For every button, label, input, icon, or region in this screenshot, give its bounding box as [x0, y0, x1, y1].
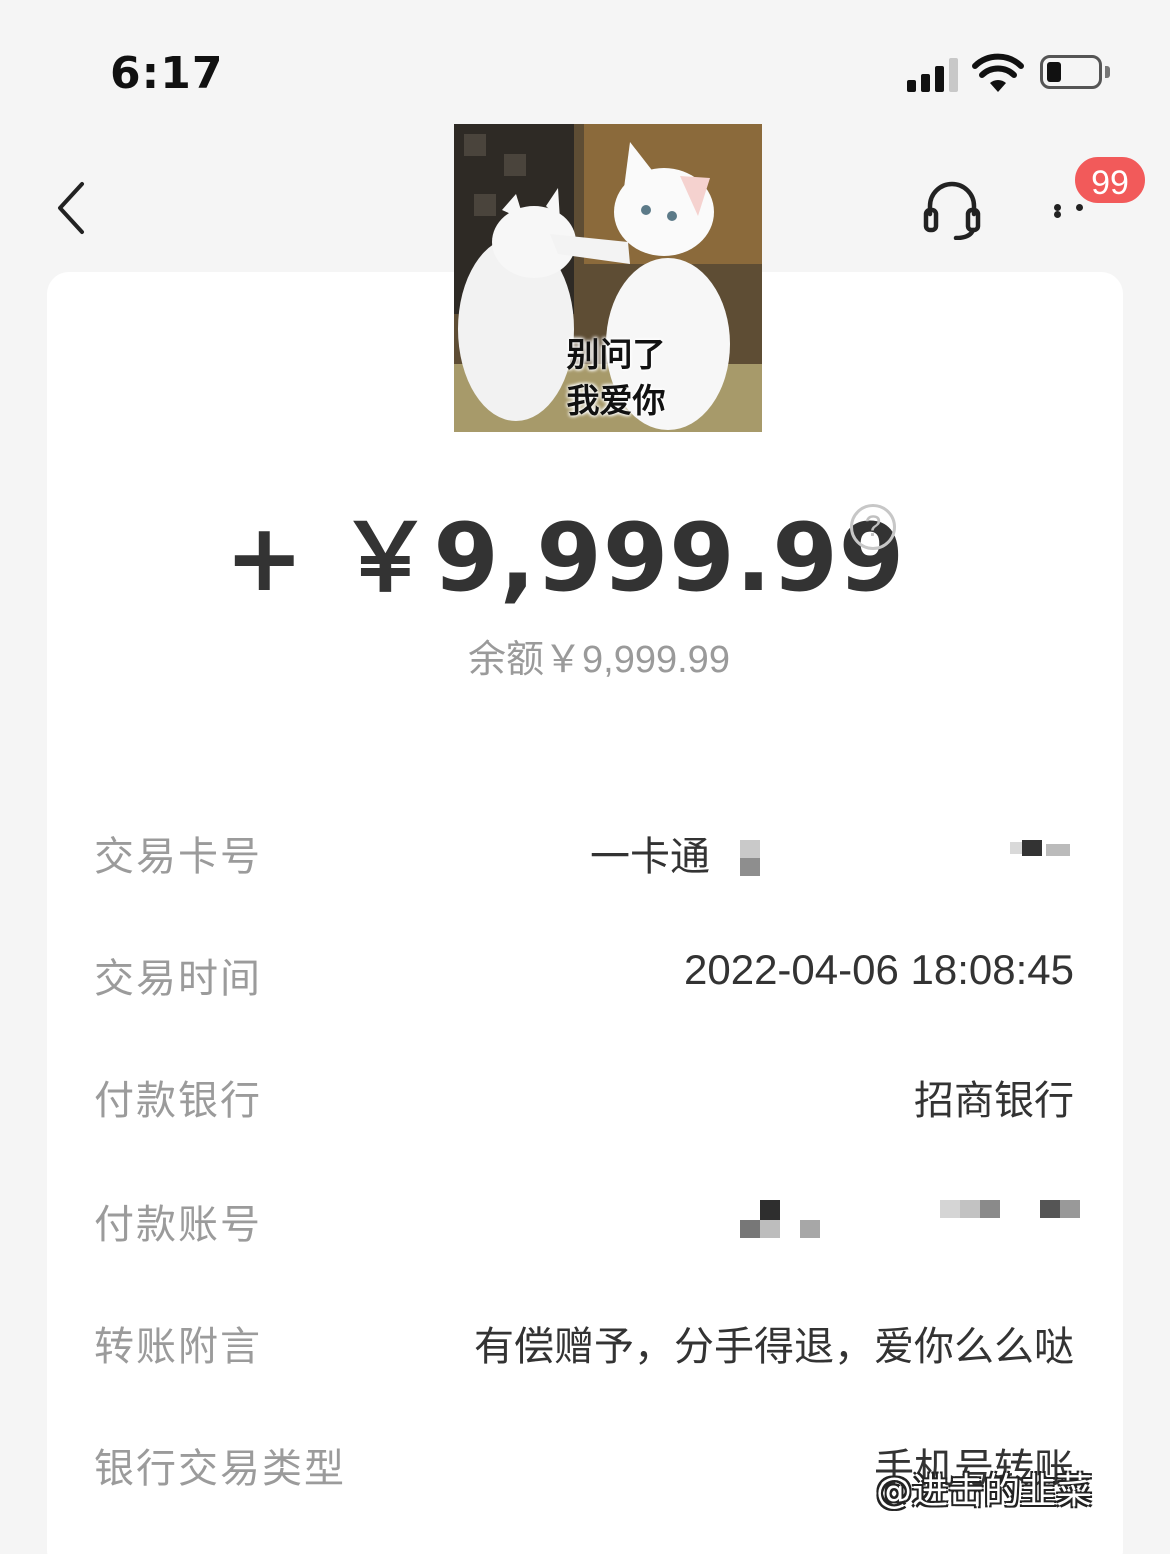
wifi-icon — [972, 53, 1024, 92]
amount-value: + ￥9,999.99 — [224, 504, 906, 613]
notification-badge: 99 — [1072, 154, 1148, 206]
battery-icon — [1040, 55, 1102, 89]
payer-account-mosaic — [740, 1198, 1080, 1242]
bank-transaction-type-label: 银行交易类型 — [94, 1446, 346, 1492]
transaction-time-value: 2022-04-06 18:08:45 — [684, 946, 1074, 993]
headset-icon[interactable] — [918, 176, 986, 240]
cat-meme-image: 别问了 我爱你 — [454, 124, 762, 432]
back-button[interactable] — [48, 176, 98, 240]
transfer-note-label: 转账附言 — [94, 1324, 262, 1370]
transaction-detail-screen: 6:17 99 别问了 我爱你 + ￥9,999.99 ? 余额￥9,999.9… — [0, 0, 1170, 1554]
status-time: 6:17 — [110, 48, 224, 99]
help-icon[interactable]: ? — [850, 504, 896, 550]
payer-bank-value: 招商银行 — [914, 1078, 1074, 1124]
watermark: @进击的韭菜 — [876, 1471, 1093, 1512]
battery-level — [1047, 62, 1061, 82]
amount-display: + ￥9,999.99 — [0, 482, 1170, 618]
battery-tip — [1105, 66, 1110, 78]
transaction-time-label: 交易时间 — [94, 956, 262, 1002]
meme-caption-line2: 我爱你 — [566, 381, 666, 420]
payer-account-label: 付款账号 — [94, 1202, 262, 1248]
payer-bank-label: 付款银行 — [94, 1078, 262, 1124]
card-number-value: 一卡通 — [590, 834, 710, 880]
balance-text: 余额￥9,999.99 — [468, 639, 730, 681]
meme-caption: 别问了 我爱你 — [454, 332, 762, 424]
card-number-mosaic — [740, 836, 1080, 880]
transfer-note-value: 有偿赠予，分手得退，爱你么么哒 — [474, 1324, 1074, 1370]
meme-caption-line1: 别问了 — [566, 335, 666, 374]
card-number-label: 交易卡号 — [94, 834, 262, 880]
cellular-signal-icon — [907, 56, 963, 92]
